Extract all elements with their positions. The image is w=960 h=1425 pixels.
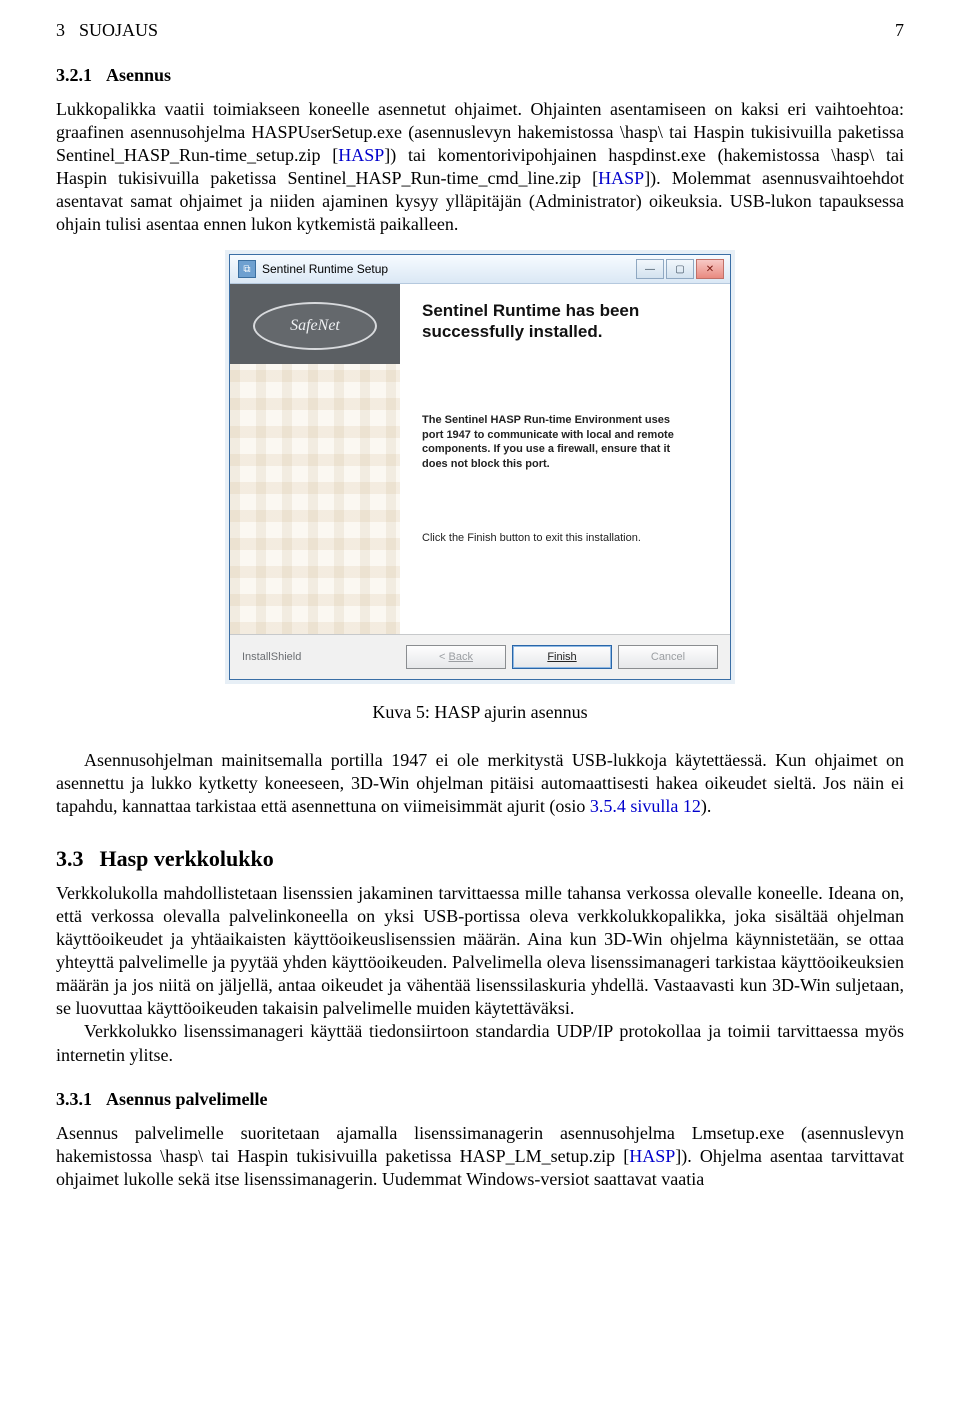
paragraph-3-2-1: Lukkopalikka vaatii toimiakseen koneelle… (56, 98, 904, 236)
paragraph-3-3-a: Verkkolukolla mahdollistetaan lisenssien… (56, 882, 904, 1020)
maximize-button[interactable]: ▢ (666, 259, 694, 279)
heading-title: Asennus palvelimelle (106, 1089, 268, 1109)
heading-title: Hasp verkkolukko (100, 846, 274, 871)
safenet-logo: SafeNet (253, 302, 377, 350)
heading-3-2-1: 3.2.1 Asennus (56, 65, 904, 86)
finish-button[interactable]: Finish (512, 645, 612, 669)
window-title: Sentinel Runtime Setup (262, 262, 388, 276)
header-section-title: SUOJAUS (79, 20, 158, 41)
paragraph-3-3-1: Asennus palvelimelle suoritetaan ajamall… (56, 1122, 904, 1191)
installer-headline: Sentinel Runtime has been successfully i… (422, 300, 708, 343)
heading-title: Asennus (106, 65, 171, 85)
heading-number: 3.2.1 (56, 65, 92, 85)
titlebar: ⧉ Sentinel Runtime Setup — ▢ ✕ (230, 255, 730, 284)
side-panel: SafeNet (230, 284, 400, 634)
link-hasp-3[interactable]: HASP (629, 1146, 675, 1166)
header-page-number: 7 (895, 20, 904, 41)
close-button[interactable]: ✕ (696, 259, 724, 279)
heading-number: 3.3 (56, 846, 84, 871)
installer-window: ⧉ Sentinel Runtime Setup — ▢ ✕ SafeNet S… (229, 254, 731, 680)
minimize-button[interactable]: — (636, 259, 664, 279)
installer-footer: InstallShield < Back Finish Cancel (230, 634, 730, 679)
cancel-button[interactable]: Cancel (618, 645, 718, 669)
figure-5-caption: Kuva 5: HASP ajurin asennus (372, 702, 587, 723)
link-section-3-5-4[interactable]: 3.5.4 sivulla 12 (590, 796, 701, 816)
link-hasp-1[interactable]: HASP (338, 145, 384, 165)
paragraph-3-3-b: Verkkolukko lisenssimanageri käyttää tie… (56, 1020, 904, 1066)
installer-finish-hint: Click the Finish button to exit this ins… (422, 532, 708, 544)
side-pattern (230, 364, 400, 634)
heading-3-3: 3.3 Hasp verkkolukko (56, 846, 904, 872)
installer-note: The Sentinel HASP Run-time Environment u… (422, 413, 692, 472)
paragraph-after-figure: Asennusohjelman mainitsemalla portilla 1… (56, 749, 904, 818)
back-button[interactable]: < Back (406, 645, 506, 669)
header-section-number: 3 (56, 20, 65, 41)
heading-number: 3.3.1 (56, 1089, 92, 1109)
installer-icon: ⧉ (238, 260, 256, 278)
heading-3-3-1: 3.3.1 Asennus palvelimelle (56, 1089, 904, 1110)
figure-5: ⧉ Sentinel Runtime Setup — ▢ ✕ SafeNet S… (56, 254, 904, 723)
page-header: 3 SUOJAUS 7 (56, 20, 904, 41)
link-hasp-2[interactable]: HASP (598, 168, 644, 188)
installshield-label: InstallShield (242, 651, 301, 663)
